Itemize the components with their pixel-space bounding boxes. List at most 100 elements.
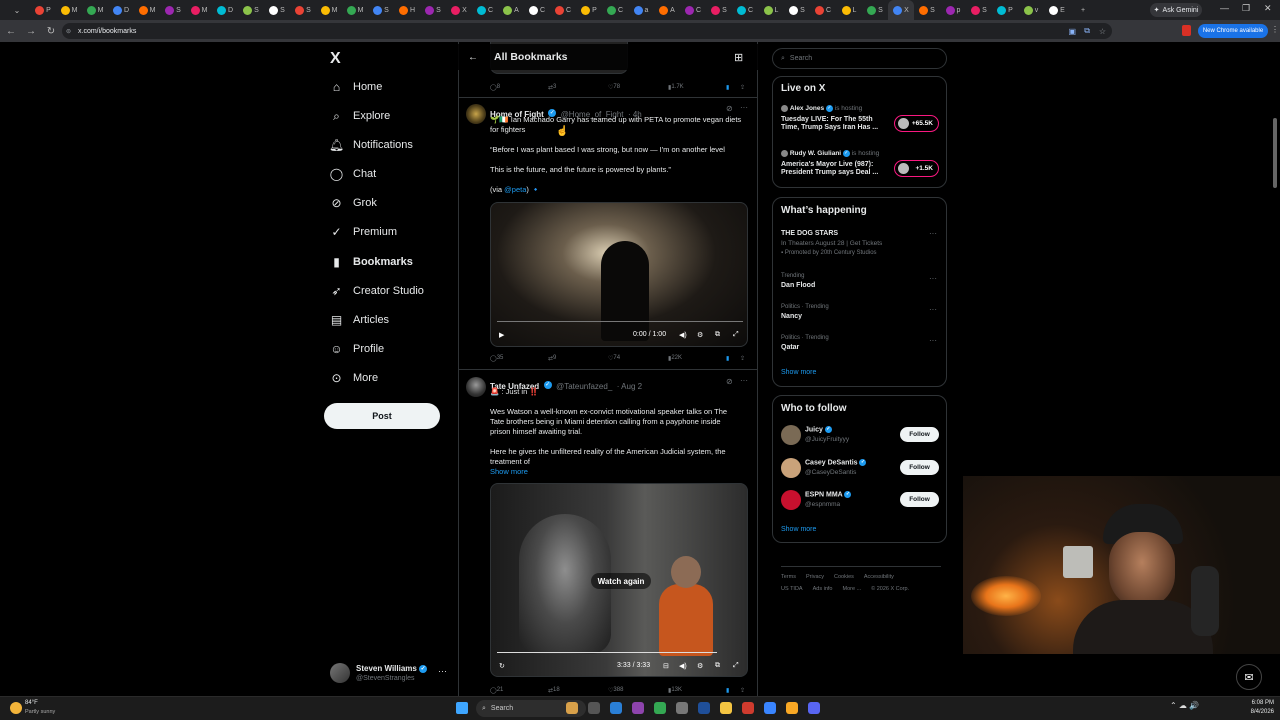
back-arrow-icon[interactable]: ← bbox=[468, 52, 478, 63]
page-scrollbar[interactable] bbox=[1273, 118, 1277, 188]
back-icon[interactable]: ← bbox=[2, 22, 20, 40]
trend-more-icon[interactable]: ··· bbox=[929, 305, 937, 314]
captions-icon[interactable]: ⊟ bbox=[663, 662, 669, 670]
browser-tab[interactable]: p bbox=[940, 0, 966, 20]
follow-suggestion[interactable]: Juicy ✓ @JuicyFruityyy bbox=[805, 426, 849, 443]
follow-suggestion[interactable]: Casey DeSantis ✓ @CaseyDeSantis bbox=[805, 459, 867, 476]
browser-tab[interactable]: X bbox=[446, 0, 472, 20]
account-avatar[interactable] bbox=[330, 663, 350, 683]
tweet-more-icon[interactable]: ··· bbox=[740, 103, 748, 112]
browser-tab[interactable]: S bbox=[160, 0, 186, 20]
clock-time[interactable]: 6:08 PM bbox=[1242, 700, 1274, 706]
trend-item[interactable]: Politics · Trending Nancy bbox=[781, 304, 829, 320]
browser-tab[interactable]: P bbox=[30, 0, 56, 20]
taskbar-app-icon[interactable] bbox=[654, 702, 666, 714]
views-button[interactable]: ▮ 13K bbox=[668, 687, 682, 694]
maximize-icon[interactable]: ❐ bbox=[1242, 3, 1250, 14]
browser-tab[interactable]: C bbox=[550, 0, 576, 20]
grok-icon[interactable]: ⊘ bbox=[726, 104, 733, 113]
taskbar-app-icon[interactable] bbox=[566, 702, 578, 714]
browser-tab[interactable]: S bbox=[706, 0, 732, 20]
browser-tab[interactable]: S bbox=[914, 0, 940, 20]
browser-tab[interactable]: M bbox=[134, 0, 160, 20]
taskbar-app-icon[interactable] bbox=[720, 702, 732, 714]
live-item[interactable]: Alex Jones ✓ is hosting Tuesday LIVE: For… bbox=[781, 105, 878, 131]
bookmark-filled-icon[interactable]: ▮ bbox=[726, 355, 729, 362]
views-button[interactable]: ▮ 22K bbox=[668, 355, 682, 362]
views-button[interactable]: ▮ 1.7K bbox=[668, 84, 684, 91]
repost-button[interactable]: ⇄ 9 bbox=[548, 355, 556, 362]
reload-icon[interactable]: ↻ bbox=[42, 22, 60, 40]
taskbar-app-icon[interactable] bbox=[676, 702, 688, 714]
taskbar-app-icon[interactable] bbox=[808, 702, 820, 714]
pip-icon[interactable]: ⧉ bbox=[715, 662, 720, 670]
repost-button[interactable]: ⇄ 3 bbox=[548, 84, 556, 91]
trend-more-icon[interactable]: ··· bbox=[929, 229, 937, 238]
like-button[interactable]: ♡ 78 bbox=[608, 84, 620, 91]
browser-tab[interactable]: A bbox=[498, 0, 524, 20]
browser-tab[interactable]: S bbox=[420, 0, 446, 20]
video-progress-bar[interactable] bbox=[497, 652, 717, 653]
tray-icons[interactable]: ⌃ ☁ 🔊 bbox=[1170, 701, 1199, 710]
footer-link[interactable]: Cookies bbox=[834, 574, 854, 580]
taskbar-app-icon[interactable] bbox=[786, 702, 798, 714]
replay-icon[interactable]: ↻ bbox=[499, 662, 505, 670]
taskbar-app-icon[interactable] bbox=[588, 702, 600, 714]
live-listener-pill[interactable]: +1.5K bbox=[894, 160, 939, 177]
volume-icon[interactable]: ◀) bbox=[679, 331, 687, 339]
reply-button[interactable]: ◯ 8 bbox=[490, 84, 500, 91]
browser-tab[interactable]: M bbox=[82, 0, 108, 20]
browser-tab[interactable]: M bbox=[342, 0, 368, 20]
pip-icon[interactable]: ⧉ bbox=[715, 331, 720, 339]
browser-tab[interactable]: S bbox=[966, 0, 992, 20]
star-icon[interactable]: ☆ bbox=[1099, 27, 1106, 36]
follow-avatar[interactable] bbox=[781, 425, 801, 445]
browser-tab[interactable]: M bbox=[56, 0, 82, 20]
taskbar-app-icon[interactable] bbox=[610, 702, 622, 714]
sidebar-item-explore[interactable]: ⌕ Explore bbox=[330, 105, 390, 127]
share-icon[interactable]: ⇪ bbox=[740, 355, 745, 362]
kebab-menu-icon[interactable]: ⋮ bbox=[1271, 25, 1279, 34]
close-window-icon[interactable]: ✕ bbox=[1264, 3, 1272, 14]
bookmark-filled-icon[interactable]: ▮ bbox=[726, 84, 729, 91]
follow-avatar[interactable] bbox=[781, 458, 801, 478]
play-icon[interactable]: ▶ bbox=[499, 331, 504, 339]
profile-icon[interactable] bbox=[1182, 25, 1191, 36]
browser-tab[interactable]: C bbox=[810, 0, 836, 20]
browser-tab[interactable]: S bbox=[368, 0, 394, 20]
browser-tab[interactable]: C bbox=[732, 0, 758, 20]
bookmark-filled-icon[interactable]: ▮ bbox=[726, 687, 729, 694]
cast-icon[interactable]: ▣ bbox=[1068, 27, 1076, 36]
browser-tab[interactable]: C bbox=[524, 0, 550, 20]
ask-gemini-button[interactable]: ✦ Ask Gemini bbox=[1150, 3, 1202, 17]
browser-tab[interactable]: S bbox=[862, 0, 888, 20]
browser-tab[interactable]: S bbox=[290, 0, 316, 20]
settings-icon[interactable]: ⚙ bbox=[697, 331, 703, 339]
tweet-time[interactable]: · Aug 2 bbox=[617, 382, 642, 391]
live-listener-pill[interactable]: +65.5K bbox=[894, 115, 939, 132]
grok-icon[interactable]: ⊘ bbox=[726, 377, 733, 386]
footer-link[interactable]: Terms bbox=[781, 574, 796, 580]
post-button[interactable]: Post bbox=[324, 403, 440, 429]
footer-link[interactable]: Privacy bbox=[806, 574, 824, 580]
follow-show-more[interactable]: Show more bbox=[781, 526, 816, 533]
tweet-author-handle[interactable]: @Tateunfazed_ bbox=[556, 382, 612, 391]
browser-tab[interactable]: A bbox=[654, 0, 680, 20]
sidebar-item-notifications[interactable]: 🔔︎ Notifications bbox=[329, 134, 413, 156]
browser-tab[interactable]: H bbox=[394, 0, 420, 20]
live-item[interactable]: Rudy W. Giuliani ✓ is hosting America's M… bbox=[781, 150, 879, 176]
new-folder-icon[interactable]: ⊞ bbox=[734, 51, 743, 64]
trend-item[interactable]: Politics · Trending Qatar bbox=[781, 335, 829, 351]
new-chrome-button[interactable]: New Chrome available bbox=[1198, 24, 1268, 38]
footer-link[interactable]: Accessibility bbox=[864, 574, 894, 580]
search-input[interactable]: ⌕ Search bbox=[772, 48, 947, 69]
browser-tab[interactable]: L bbox=[836, 0, 862, 20]
browser-tab[interactable]: a bbox=[628, 0, 654, 20]
settings-icon[interactable]: ⚙ bbox=[697, 662, 703, 670]
weather-icon[interactable] bbox=[10, 702, 22, 714]
taskbar-app-icon[interactable] bbox=[764, 702, 776, 714]
trend-more-icon[interactable]: ··· bbox=[929, 336, 937, 345]
share-icon[interactable]: ⇪ bbox=[740, 687, 745, 694]
browser-tab[interactable]: D bbox=[212, 0, 238, 20]
tweet-more-icon[interactable]: ··· bbox=[740, 376, 748, 385]
